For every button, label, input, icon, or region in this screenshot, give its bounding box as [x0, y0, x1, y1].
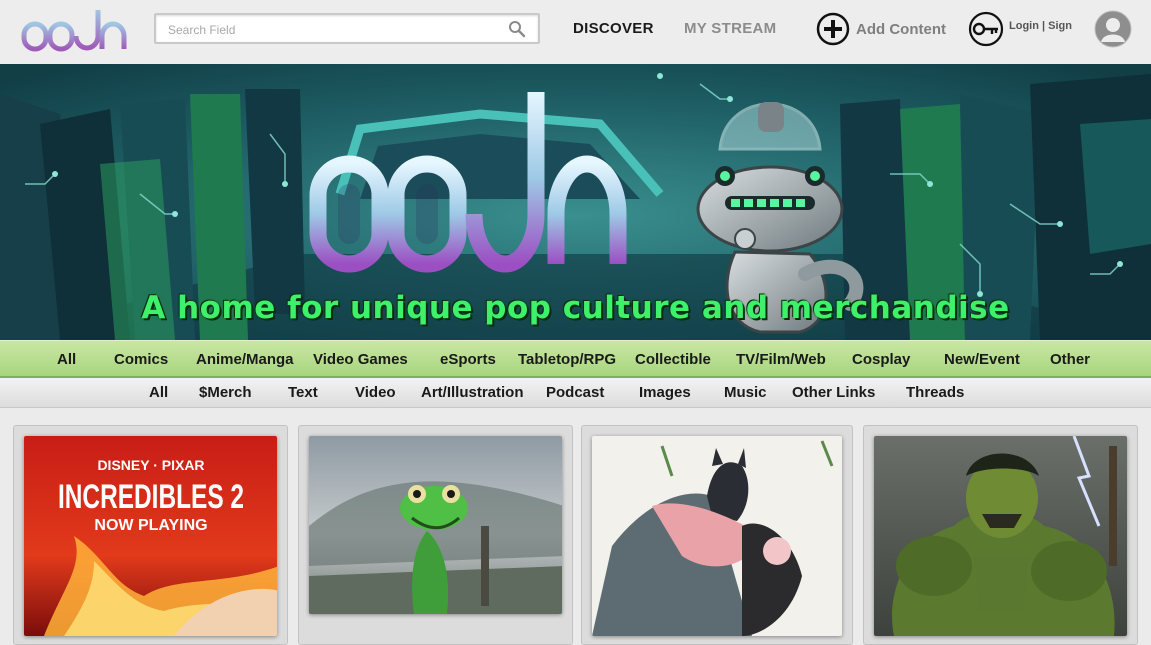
type-images[interactable]: Images	[639, 384, 691, 401]
category-anime-manga[interactable]: Anime/Manga	[196, 351, 294, 368]
nav-my-stream[interactable]: MY STREAM	[684, 20, 776, 37]
batman-catwoman-image	[592, 440, 834, 636]
content-card[interactable]	[581, 425, 853, 645]
content-type-bar: All $Merch Text Video Art/Illustration P…	[0, 378, 1151, 408]
content-card[interactable]	[863, 425, 1138, 645]
type-text[interactable]: Text	[288, 384, 318, 401]
top-bar: DISCOVER MY STREAM Add Content Login | S…	[0, 0, 1151, 64]
login-button[interactable]: Login | Sign	[968, 11, 1072, 47]
poster-brand: DISNEY · PIXAR	[97, 457, 204, 473]
search-box[interactable]	[154, 13, 540, 44]
category-esports[interactable]: eSports	[440, 351, 496, 368]
type-podcast[interactable]: Podcast	[546, 384, 604, 401]
hero-banner: A home for unique pop culture and mercha…	[0, 64, 1151, 340]
card-thumbnail-incredibles[interactable]: DISNEY · PIXAR INCREDIBLES 2 NOW PLAYING	[24, 436, 277, 636]
type-art-illustration[interactable]: Art/Illustration	[421, 384, 524, 401]
category-video-games[interactable]: Video Games	[313, 351, 408, 368]
content-card[interactable]	[298, 425, 573, 645]
category-cosplay[interactable]: Cosplay	[852, 351, 910, 368]
card-thumbnail-batman[interactable]	[592, 436, 842, 636]
card-thumbnail-hulk[interactable]	[874, 436, 1127, 636]
oodon-logo[interactable]	[20, 8, 130, 54]
category-bar: All Comics Anime/Manga Video Games eSpor…	[0, 340, 1151, 378]
nav-discover[interactable]: DISCOVER	[573, 20, 654, 37]
add-content-label: Add Content	[856, 20, 946, 38]
gecko-image	[309, 481, 562, 614]
type-video[interactable]: Video	[355, 384, 396, 401]
card-thumbnail-gecko[interactable]	[309, 436, 562, 614]
poster-subtitle: NOW PLAYING	[94, 517, 207, 534]
category-collectible[interactable]: Collectible	[635, 351, 711, 368]
plus-circle-icon	[816, 12, 850, 46]
category-new-event[interactable]: New/Event	[944, 351, 1020, 368]
type-merch[interactable]: $Merch	[199, 384, 252, 401]
search-icon[interactable]	[508, 20, 526, 38]
hulk-image	[892, 436, 1117, 636]
login-label: Login | Sign	[1009, 20, 1072, 32]
type-other-links[interactable]: Other Links	[792, 384, 875, 401]
category-other[interactable]: Other	[1050, 351, 1090, 368]
type-all[interactable]: All	[149, 384, 168, 401]
key-icon	[968, 11, 1004, 47]
add-content-button[interactable]: Add Content	[816, 12, 946, 46]
category-all[interactable]: All	[57, 351, 76, 368]
category-tabletop-rpg[interactable]: Tabletop/RPG	[518, 351, 616, 368]
avatar-icon[interactable]	[1094, 10, 1132, 48]
category-comics[interactable]: Comics	[114, 351, 168, 368]
poster-title: INCREDIBLES 2	[58, 478, 244, 516]
incredibles-poster: DISNEY · PIXAR INCREDIBLES 2 NOW PLAYING	[44, 457, 277, 636]
banner-tagline: A home for unique pop culture and mercha…	[141, 290, 1010, 326]
search-input[interactable]	[166, 22, 500, 38]
type-music[interactable]: Music	[724, 384, 767, 401]
content-card[interactable]: DISNEY · PIXAR INCREDIBLES 2 NOW PLAYING	[13, 425, 288, 645]
category-tv-film-web[interactable]: TV/Film/Web	[736, 351, 826, 368]
type-threads[interactable]: Threads	[906, 384, 964, 401]
